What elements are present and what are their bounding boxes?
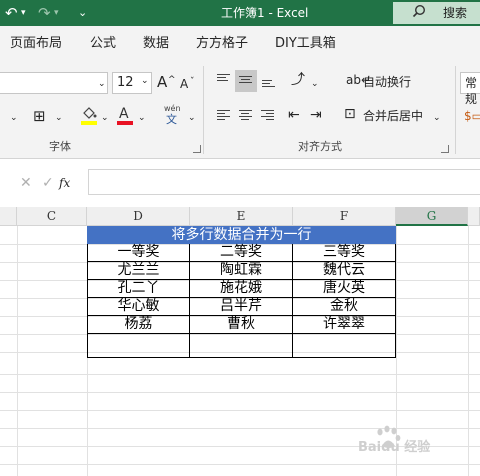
phonetic-dropdown-icon[interactable]: ⌄ <box>188 110 196 126</box>
font-name-dropdown-icon[interactable]: ⌄ <box>98 76 106 92</box>
cancel-entry-icon[interactable]: ✕ <box>20 175 32 191</box>
shrink-font-arrow-icon: ˇ <box>190 77 195 87</box>
ribbon: ⌄ 12 ⌄ A ^ A ˇ ⌄ ⊞ ⌄ ⌄ A ⌄ wén 文 ⌄ 字体 ⤴ … <box>0 62 480 159</box>
align-right-icon[interactable] <box>261 110 274 121</box>
tab-page-layout[interactable]: 页面布局 <box>10 36 62 52</box>
font-size-dropdown-icon: ⌄ <box>141 76 149 86</box>
search-icon <box>412 4 426 18</box>
grow-font-arrow-icon: ^ <box>168 75 176 85</box>
shrink-font-button[interactable]: A <box>180 76 188 92</box>
redo-icon[interactable]: ↷ <box>38 3 51 23</box>
font-size-value: 12 <box>117 75 134 90</box>
grid-line <box>0 392 480 393</box>
window-title: 工作簿1 - Excel <box>221 6 309 20</box>
font-size-box[interactable]: 12 ⌄ <box>112 72 152 94</box>
wrap-text-label[interactable]: 自动换行 <box>363 74 411 90</box>
group-separator <box>203 66 204 154</box>
group-label-alignment: 对齐方式 <box>298 140 342 153</box>
number-format-box[interactable]: 常规 <box>460 72 480 106</box>
table-cell[interactable] <box>87 334 190 358</box>
ribbon-tabs: 页面布局 公式 数据 方方格子 DIY工具箱 <box>0 26 480 62</box>
select-all-corner[interactable] <box>0 207 17 226</box>
tab-data[interactable]: 数据 <box>143 36 169 52</box>
font-name-box[interactable] <box>0 72 108 94</box>
undo-dropdown-icon[interactable]: ▾ <box>21 3 26 23</box>
table-cell[interactable]: 杨荔 <box>87 316 190 334</box>
group-label-font: 字体 <box>49 140 71 153</box>
table-cell[interactable]: 唐火英 <box>293 280 396 298</box>
table-cell[interactable]: 华心敏 <box>87 298 190 316</box>
watermark-logo: Baidu 经验 <box>358 418 474 458</box>
alignment-dialog-launcher-icon[interactable] <box>441 145 449 153</box>
search-box[interactable]: 搜索 <box>393 2 480 24</box>
grow-font-button[interactable]: A <box>157 74 167 90</box>
table-cell[interactable]: 陶虹霖 <box>190 262 293 280</box>
insert-function-icon[interactable]: fx <box>59 175 70 191</box>
borders-icon[interactable]: ⊞ <box>33 108 46 124</box>
table-cell[interactable] <box>190 334 293 358</box>
table-cell[interactable]: 一等奖 <box>87 244 190 262</box>
orientation-dropdown-icon[interactable]: ⌄ <box>311 76 319 92</box>
column-header-f[interactable]: F <box>293 207 396 226</box>
tab-fangfang[interactable]: 方方格子 <box>196 36 248 52</box>
grid-line <box>0 464 480 465</box>
watermark-text: Baidu 经验 <box>358 440 431 455</box>
grid-line <box>0 410 480 411</box>
align-bottom-icon[interactable] <box>262 80 275 91</box>
merge-center-icon[interactable]: ⊡ <box>344 106 356 122</box>
formula-bar: ✕ ✓ fx <box>0 159 480 207</box>
group-separator <box>455 66 456 154</box>
merged-title-cell[interactable]: 将多行数据合并为一行 <box>87 226 396 244</box>
redo-dropdown-icon[interactable]: ▾ <box>54 3 59 23</box>
tab-formulas[interactable]: 公式 <box>90 36 116 52</box>
align-left-icon[interactable] <box>217 110 230 121</box>
table-cell[interactable]: 二等奖 <box>190 244 293 262</box>
phonetic-guide-button[interactable]: wén 文 <box>160 104 184 128</box>
number-format-value: 常规 <box>465 76 478 106</box>
table-cell[interactable]: 三等奖 <box>293 244 396 262</box>
orientation-icon[interactable]: ⤴ <box>291 72 305 88</box>
table-cell[interactable]: 尤兰兰 <box>87 262 190 280</box>
undo-icon[interactable]: ↶ <box>5 3 18 23</box>
decrease-indent-icon[interactable]: ⇤ <box>288 107 300 123</box>
column-header-g[interactable]: G <box>396 207 468 226</box>
phonetic-top: wén <box>164 104 181 113</box>
table-cell[interactable]: 曹秋 <box>190 316 293 334</box>
table-cell[interactable]: 魏代云 <box>293 262 396 280</box>
grid-line <box>0 374 480 375</box>
title-bar: ↶ ▾ ↷ ▾ ⌄ 工作簿1 - Excel 搜索 <box>0 0 480 26</box>
table-cell[interactable] <box>293 334 396 358</box>
tab-diy-toolbox[interactable]: DIY工具箱 <box>275 36 336 52</box>
borders-dropdown-icon[interactable]: ⌄ <box>55 110 63 126</box>
column-header-e[interactable]: E <box>190 207 293 226</box>
font-dialog-launcher-icon[interactable] <box>193 145 201 153</box>
fill-color-icon[interactable] <box>80 104 98 126</box>
column-header-h[interactable] <box>468 207 480 226</box>
enter-check-icon[interactable]: ✓ <box>42 175 54 191</box>
table-cell[interactable]: 施花娥 <box>190 280 293 298</box>
align-center-icon[interactable] <box>239 110 252 121</box>
formula-input[interactable] <box>88 169 480 195</box>
column-header-c[interactable]: C <box>17 207 87 226</box>
underline-dropdown-icon[interactable]: ⌄ <box>10 110 18 126</box>
currency-format-icon[interactable]: $▭ <box>464 108 480 124</box>
search-label: 搜索 <box>443 6 468 20</box>
fill-color-dropdown-icon[interactable]: ⌄ <box>101 110 109 126</box>
table-cell[interactable]: 吕半芹 <box>190 298 293 316</box>
increase-indent-icon[interactable]: ⇥ <box>310 107 322 123</box>
merge-center-dropdown-icon[interactable]: ⌄ <box>433 110 441 126</box>
table-cell[interactable]: 许翠翠 <box>293 316 396 334</box>
font-color-icon[interactable]: A <box>116 104 134 126</box>
column-header-d[interactable]: D <box>87 207 190 226</box>
customize-toolbar-icon[interactable]: ⌄ <box>78 3 87 23</box>
align-middle-icon <box>239 76 252 87</box>
table-cell[interactable]: 金秋 <box>293 298 396 316</box>
align-top-icon[interactable] <box>217 74 230 85</box>
font-color-dropdown-icon[interactable]: ⌄ <box>138 110 146 126</box>
phonetic-bottom: 文 <box>166 113 177 126</box>
svg-text:A: A <box>119 106 129 122</box>
table-cell[interactable]: 孔二丫 <box>87 280 190 298</box>
merge-center-label[interactable]: 合并后居中 <box>363 108 423 124</box>
grid-line <box>17 226 18 476</box>
